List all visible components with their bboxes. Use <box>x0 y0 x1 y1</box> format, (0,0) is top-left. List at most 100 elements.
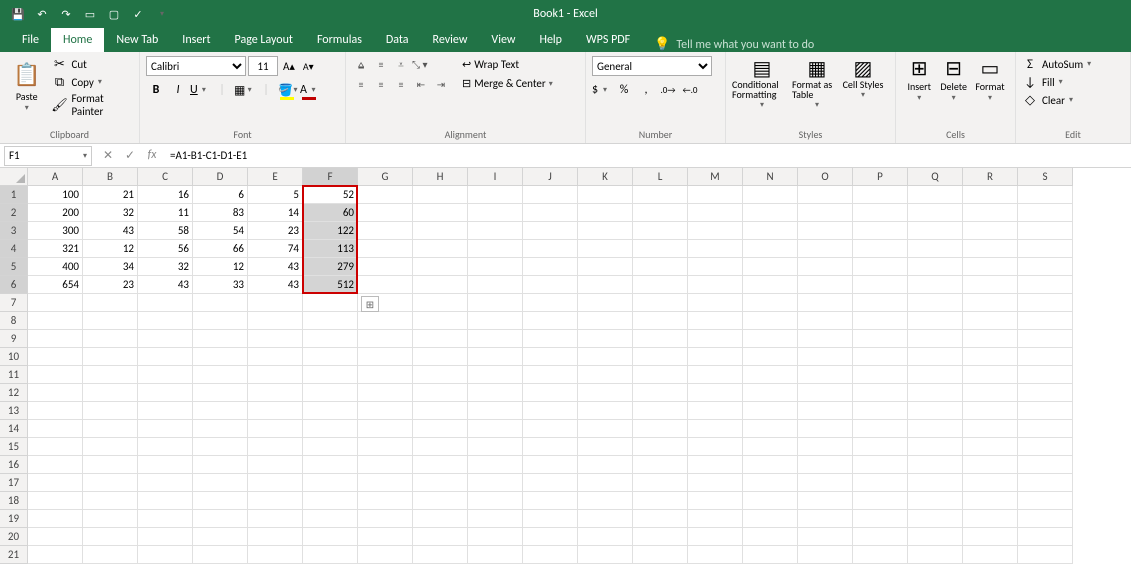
cell[interactable] <box>138 438 193 456</box>
cell[interactable] <box>963 366 1018 384</box>
cell[interactable] <box>138 384 193 402</box>
cell[interactable] <box>468 240 523 258</box>
cell[interactable] <box>633 528 688 546</box>
cell[interactable] <box>413 402 468 420</box>
cell[interactable] <box>853 438 908 456</box>
cell[interactable] <box>193 366 248 384</box>
cell[interactable] <box>83 312 138 330</box>
percent-format-icon[interactable]: % <box>614 80 634 100</box>
cell[interactable] <box>688 492 743 510</box>
cell[interactable] <box>798 420 853 438</box>
cell[interactable] <box>688 240 743 258</box>
cell[interactable] <box>28 348 83 366</box>
cell[interactable] <box>193 456 248 474</box>
cell[interactable]: 279 <box>303 258 358 276</box>
cell[interactable] <box>743 348 798 366</box>
formula-input[interactable] <box>166 149 1131 162</box>
increase-font-icon[interactable]: A▴ <box>280 60 298 73</box>
clear-button[interactable]: ◇Clear▾ <box>1022 92 1124 108</box>
cell[interactable] <box>908 474 963 492</box>
cell[interactable] <box>853 420 908 438</box>
cell[interactable] <box>358 258 413 276</box>
cell[interactable] <box>358 240 413 258</box>
cell[interactable] <box>743 204 798 222</box>
bold-button[interactable]: B <box>146 80 166 100</box>
cell[interactable] <box>303 294 358 312</box>
delete-cells-button[interactable]: ⊟Delete▾ <box>936 56 970 103</box>
column-header[interactable]: F <box>303 168 358 186</box>
cell[interactable] <box>523 204 578 222</box>
cell[interactable] <box>908 384 963 402</box>
cell[interactable]: 43 <box>83 222 138 240</box>
merge-center-button[interactable]: ⊟Merge & Center▾ <box>458 75 557 92</box>
cell[interactable] <box>798 330 853 348</box>
cell[interactable] <box>1018 510 1073 528</box>
cell[interactable] <box>523 384 578 402</box>
column-header[interactable]: B <box>83 168 138 186</box>
cell[interactable] <box>1018 222 1073 240</box>
cell[interactable]: 83 <box>193 204 248 222</box>
cell[interactable] <box>28 456 83 474</box>
cell[interactable] <box>908 366 963 384</box>
cell[interactable] <box>413 312 468 330</box>
cell[interactable] <box>468 384 523 402</box>
row-header[interactable]: 18 <box>0 492 28 510</box>
accounting-format-icon[interactable]: $▾ <box>592 80 612 100</box>
cell[interactable] <box>193 330 248 348</box>
cell[interactable] <box>303 456 358 474</box>
cell[interactable] <box>523 402 578 420</box>
cell[interactable] <box>633 186 688 204</box>
cell[interactable] <box>743 492 798 510</box>
row-header[interactable]: 20 <box>0 528 28 546</box>
cell[interactable] <box>303 474 358 492</box>
cell[interactable] <box>688 186 743 204</box>
tab-insert[interactable]: Insert <box>170 28 222 52</box>
cell[interactable] <box>688 312 743 330</box>
cell[interactable] <box>688 528 743 546</box>
cell[interactable] <box>743 384 798 402</box>
cell[interactable] <box>633 510 688 528</box>
insert-cells-button[interactable]: ⊞Insert▾ <box>902 56 936 103</box>
cell[interactable] <box>633 474 688 492</box>
cell[interactable] <box>303 402 358 420</box>
cell[interactable] <box>523 348 578 366</box>
cell[interactable] <box>578 258 633 276</box>
cell[interactable] <box>523 474 578 492</box>
cell[interactable] <box>248 492 303 510</box>
cell[interactable] <box>523 546 578 564</box>
cell[interactable] <box>798 204 853 222</box>
cell[interactable] <box>413 366 468 384</box>
cell[interactable] <box>688 384 743 402</box>
tab-review[interactable]: Review <box>421 28 480 52</box>
cell[interactable] <box>853 222 908 240</box>
cell[interactable]: 400 <box>28 258 83 276</box>
cell[interactable] <box>303 420 358 438</box>
cell[interactable] <box>743 402 798 420</box>
cell[interactable] <box>1018 492 1073 510</box>
cell[interactable] <box>303 312 358 330</box>
cell[interactable] <box>908 330 963 348</box>
cell[interactable] <box>963 312 1018 330</box>
cell[interactable] <box>963 294 1018 312</box>
format-as-table-button[interactable]: ▦Format as Table▾ <box>792 56 842 110</box>
cell[interactable] <box>578 330 633 348</box>
cell[interactable] <box>853 402 908 420</box>
cell[interactable] <box>743 186 798 204</box>
column-header[interactable]: G <box>358 168 413 186</box>
cell[interactable] <box>358 222 413 240</box>
fill-button[interactable]: ↓Fill▾ <box>1022 74 1124 90</box>
cell[interactable] <box>908 438 963 456</box>
cell[interactable] <box>468 528 523 546</box>
cell[interactable] <box>413 438 468 456</box>
italic-button[interactable]: I <box>168 80 188 100</box>
cell[interactable]: 512 <box>303 276 358 294</box>
conditional-formatting-button[interactable]: ▤Conditional Formatting▾ <box>732 56 792 110</box>
cell[interactable] <box>1018 402 1073 420</box>
tab-formulas[interactable]: Formulas <box>305 28 374 52</box>
cell[interactable] <box>413 528 468 546</box>
cell[interactable] <box>633 456 688 474</box>
cell[interactable] <box>523 528 578 546</box>
cell[interactable] <box>963 402 1018 420</box>
cell[interactable] <box>963 438 1018 456</box>
cell[interactable] <box>523 240 578 258</box>
